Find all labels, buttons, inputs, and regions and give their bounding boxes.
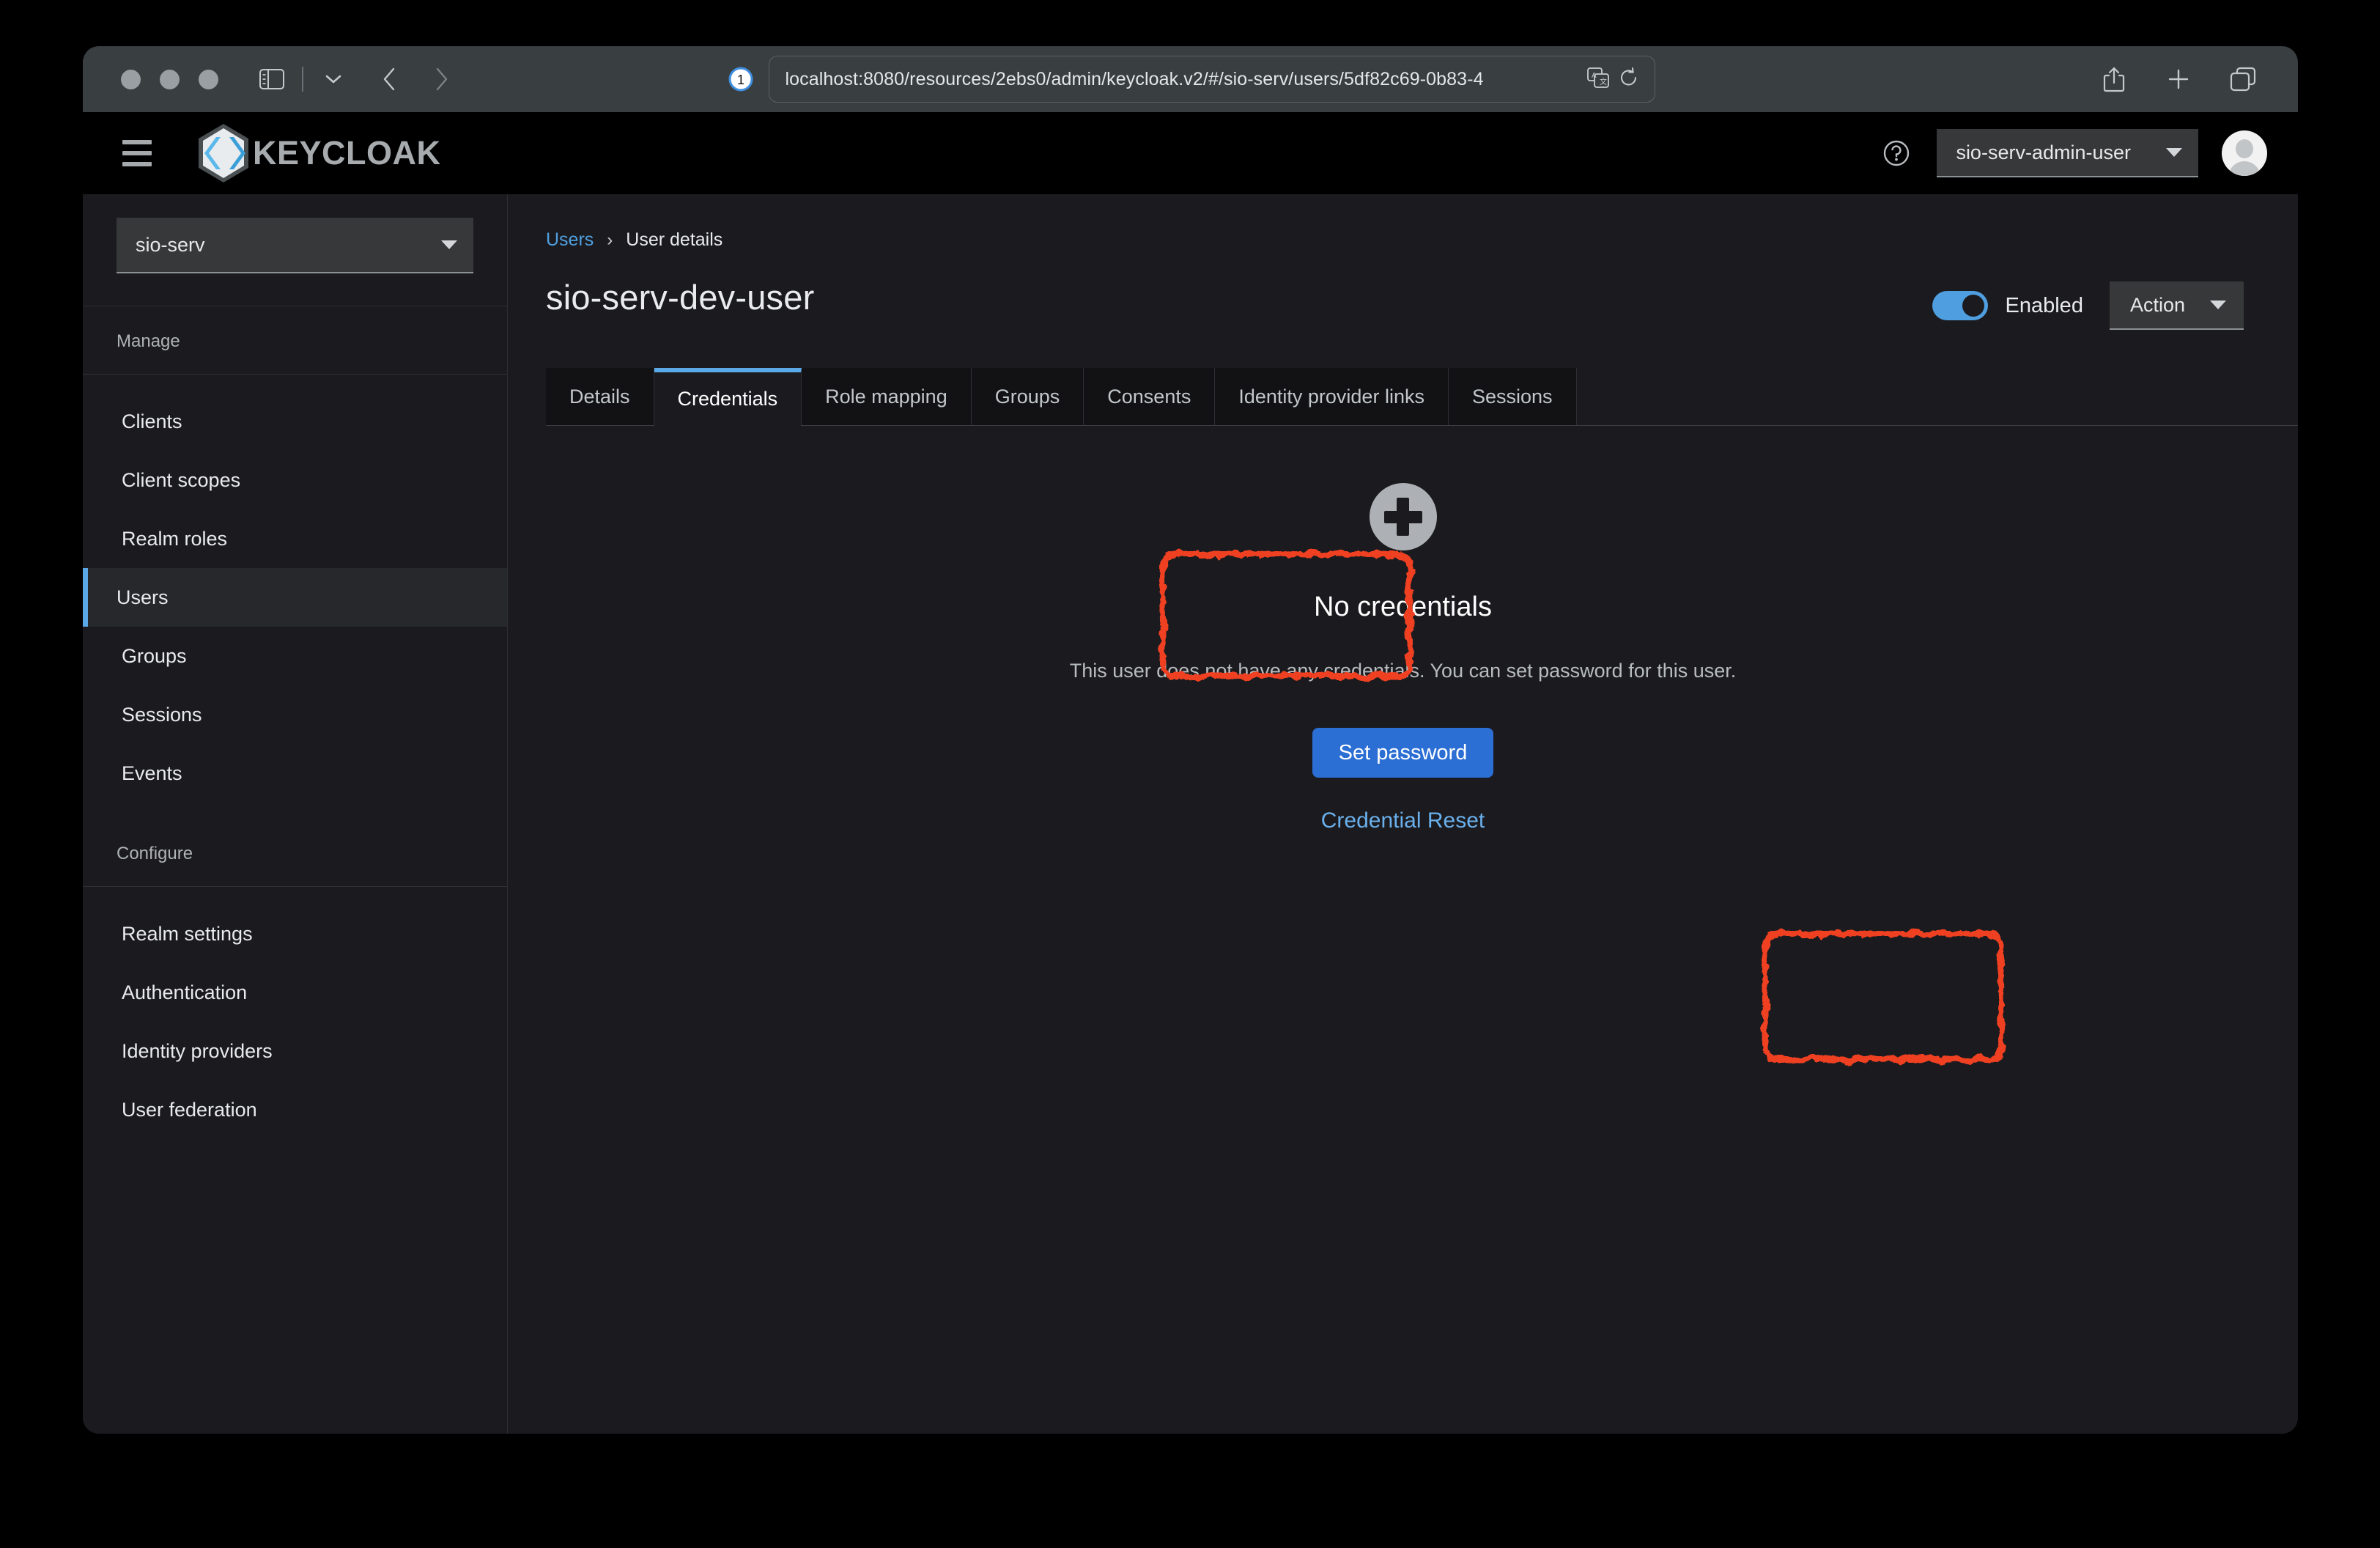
help-circle-icon[interactable] <box>1880 136 1913 170</box>
breadcrumb-link-users[interactable]: Users <box>546 229 594 251</box>
breadcrumb-separator-icon: › <box>607 229 613 250</box>
empty-state-description: This user does not have any credentials.… <box>1069 660 1737 682</box>
privacy-shield-icon[interactable]: 1 <box>726 64 755 94</box>
sidebar-item-authentication[interactable]: Authentication <box>83 963 507 1022</box>
tab-bar: Details Credentials Role mapping Groups … <box>546 368 2298 426</box>
chevron-down-icon <box>2166 148 2182 157</box>
sidebar-item-identity-providers[interactable]: Identity providers <box>83 1022 507 1080</box>
enabled-toggle-label: Enabled <box>2005 293 2083 317</box>
url-text: localhost:8080/resources/2ebs0/admin/key… <box>785 68 1484 89</box>
plus-icon[interactable] <box>2159 59 2198 99</box>
plus-circle-icon <box>1369 483 1437 550</box>
sidebar-item-label: Authentication <box>122 981 248 1003</box>
tab-sessions[interactable]: Sessions <box>1448 368 1577 425</box>
sidebar-item-groups[interactable]: Groups <box>83 627 507 685</box>
page-header: sio-serv-dev-user Enabled Action <box>508 251 2298 330</box>
sidebar-item-label: User federation <box>122 1098 257 1121</box>
keycloak-admin-console: KEYCLOAK sio-serv-admin-user sio-serv Ma… <box>83 112 2298 1434</box>
sidebar-item-label: Users <box>117 586 169 608</box>
enabled-toggle[interactable] <box>1932 291 1988 320</box>
app-masthead: KEYCLOAK sio-serv-admin-user <box>83 112 2298 194</box>
sidebar-item-label: Groups <box>122 644 187 667</box>
nav-list-manage: Clients Client scopes Realm roles Users … <box>83 375 507 803</box>
share-icon[interactable] <box>2094 59 2134 99</box>
keycloak-wordmark: KEYCLOAK <box>253 134 441 172</box>
sidebar-item-label: Clients <box>122 410 182 432</box>
sidebar-item-clients[interactable]: Clients <box>83 392 507 451</box>
tab-label: Credentials <box>677 387 778 410</box>
set-password-highlight <box>1762 931 2004 1063</box>
forward-arrow-icon[interactable] <box>422 59 462 99</box>
tab-label: Groups <box>994 385 1060 408</box>
sidebar-item-realm-roles[interactable]: Realm roles <box>83 509 507 568</box>
chevron-down-icon <box>2210 301 2226 309</box>
address-bar[interactable]: localhost:8080/resources/2ebs0/admin/key… <box>768 56 1655 103</box>
nav-group-title-manage: Manage <box>117 331 180 351</box>
sidebar-item-user-federation[interactable]: User federation <box>83 1080 507 1139</box>
tab-label: Details <box>569 385 630 408</box>
nav-group-title-configure: Configure <box>117 844 193 863</box>
sidebar: sio-serv Manage Clients Client scopes Re… <box>83 194 508 1434</box>
app-body: sio-serv Manage Clients Client scopes Re… <box>83 194 2298 1434</box>
sidebar-item-label: Client scopes <box>122 468 241 491</box>
tab-label: Role mapping <box>825 385 947 408</box>
window-traffic-lights <box>121 69 218 89</box>
chevron-down-icon <box>441 240 457 249</box>
sidebar-item-sessions[interactable]: Sessions <box>83 685 507 744</box>
sidebar-item-label: Realm settings <box>122 922 253 945</box>
tab-overview-icon[interactable] <box>2223 59 2263 99</box>
maximize-button[interactable] <box>199 69 218 89</box>
breadcrumb: Users › User details <box>508 194 2298 251</box>
tab-label: Identity provider links <box>1238 385 1424 408</box>
main-content: Users › User details sio-serv-dev-user E… <box>508 194 2298 1434</box>
sidebar-item-label: Realm roles <box>122 527 228 550</box>
minimize-button[interactable] <box>160 69 180 89</box>
sidebar-toggle-icon[interactable] <box>252 59 292 99</box>
tab-groups[interactable]: Groups <box>971 368 1084 425</box>
back-arrow-icon[interactable] <box>369 59 409 99</box>
user-menu-label: sio-serv-admin-user <box>1956 141 2131 163</box>
user-menu-dropdown[interactable]: sio-serv-admin-user <box>1937 129 2198 177</box>
empty-state-title: No credentials <box>1314 591 1492 622</box>
hamburger-menu-icon[interactable] <box>118 134 156 172</box>
action-dropdown-label: Action <box>2129 293 2185 316</box>
browser-toolbar: 1 localhost:8080/resources/2ebs0/admin/k… <box>83 46 2298 112</box>
credential-reset-link[interactable]: Credential Reset <box>508 808 2298 833</box>
keycloak-mark-icon <box>199 124 248 183</box>
svg-text:文: 文 <box>1600 77 1607 86</box>
tab-label: Consents <box>1107 385 1191 408</box>
close-button[interactable] <box>121 69 141 89</box>
svg-text:1: 1 <box>736 73 744 87</box>
realm-selector[interactable]: sio-serv <box>117 218 473 273</box>
empty-state-no-credentials: No credentials This user does not have a… <box>508 483 2298 833</box>
sidebar-item-client-scopes[interactable]: Client scopes <box>83 451 507 509</box>
breadcrumb-current: User details <box>626 229 723 250</box>
sidebar-item-users[interactable]: Users <box>83 568 507 627</box>
svg-text:A: A <box>1592 72 1597 80</box>
sidebar-item-events[interactable]: Events <box>83 744 507 803</box>
toolbar-divider <box>302 67 303 92</box>
tab-details[interactable]: Details <box>546 368 654 425</box>
nav-list-configure: Realm settings Authentication Identity p… <box>83 887 507 1139</box>
translate-icon[interactable]: A 文 <box>1586 67 1609 92</box>
sidebar-item-label: Sessions <box>122 703 202 726</box>
enabled-toggle-group[interactable]: Enabled <box>1932 291 2083 320</box>
tab-role-mapping[interactable]: Role mapping <box>802 368 972 425</box>
set-password-button[interactable]: Set password <box>1312 728 1494 778</box>
sidebar-item-realm-settings[interactable]: Realm settings <box>83 904 507 963</box>
tab-credentials[interactable]: Credentials <box>654 368 802 426</box>
chevron-down-icon[interactable] <box>314 59 353 99</box>
keycloak-logo[interactable]: KEYCLOAK <box>190 119 441 187</box>
sidebar-item-label: Identity providers <box>122 1039 273 1062</box>
tab-label: Sessions <box>1471 385 1553 408</box>
page-title: sio-serv-dev-user <box>546 278 815 317</box>
sidebar-item-label: Events <box>122 762 182 784</box>
browser-window: 1 localhost:8080/resources/2ebs0/admin/k… <box>83 46 2298 1434</box>
reload-icon[interactable] <box>1619 67 1638 92</box>
realm-selector-label: sio-serv <box>136 233 205 256</box>
tab-identity-provider-links[interactable]: Identity provider links <box>1215 368 1449 425</box>
avatar[interactable] <box>2222 130 2267 176</box>
action-dropdown[interactable]: Action <box>2109 281 2244 330</box>
tab-consents[interactable]: Consents <box>1084 368 1216 425</box>
